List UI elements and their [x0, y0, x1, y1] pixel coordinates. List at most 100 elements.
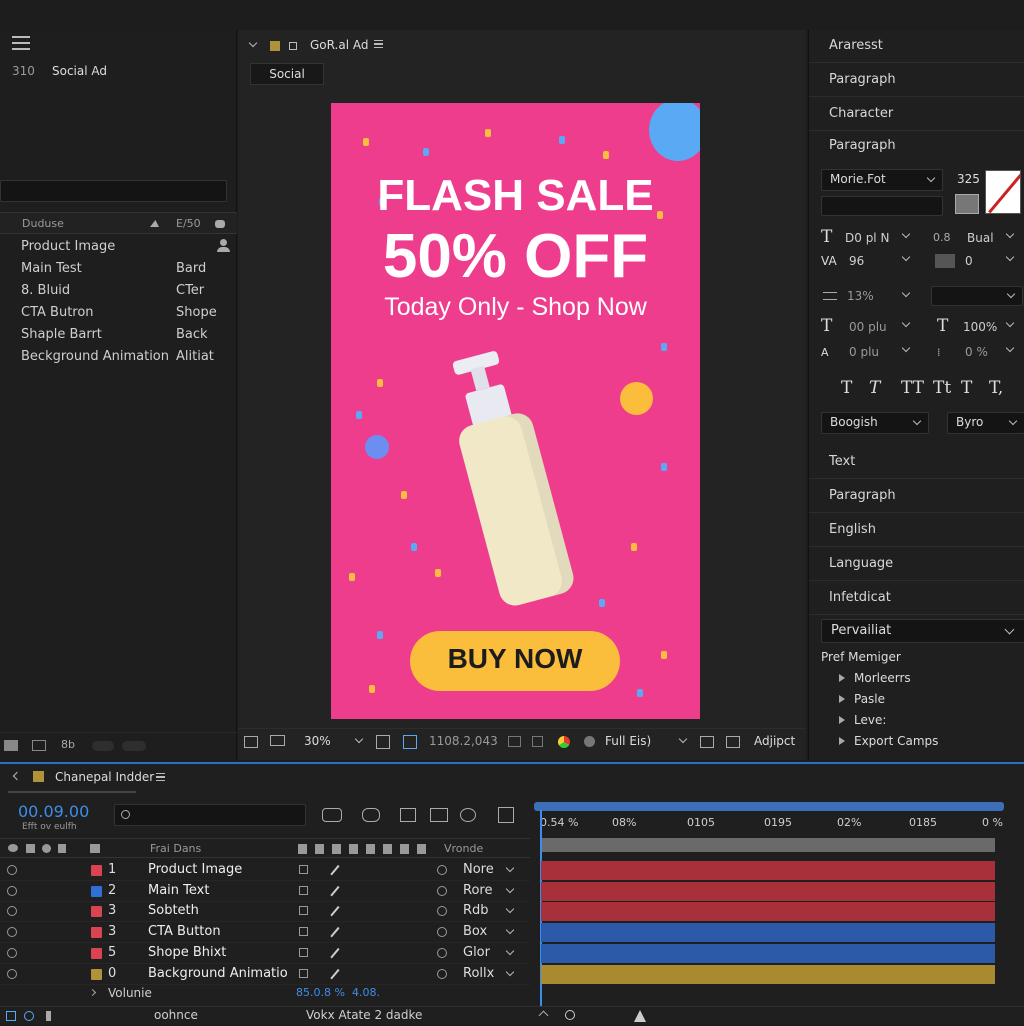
chevron-down-icon[interactable] [505, 884, 515, 893]
bpc-icon[interactable]: 8b [61, 738, 75, 751]
chevron-down-icon[interactable] [505, 967, 515, 976]
all-caps-icon[interactable]: TT [901, 378, 924, 398]
panel-menu-icon[interactable] [156, 773, 165, 781]
pen-icon[interactable] [330, 927, 340, 938]
small-caps-icon[interactable]: Tt [933, 378, 951, 398]
layer-label-swatch[interactable] [91, 885, 102, 897]
visibility-eye-icon[interactable] [7, 885, 17, 896]
time-ruler[interactable]: 0.54 % 08% 0105 0195 02% 0185 0 % [534, 802, 1004, 838]
font-family-select[interactable]: Morie.Fot [821, 169, 943, 191]
chevron-down-icon[interactable] [248, 38, 258, 48]
list-item[interactable]: 8. Bluid CTer [0, 280, 237, 302]
resolution-dropdown-icon[interactable] [678, 734, 688, 744]
layer-switch-icon[interactable] [299, 947, 308, 957]
visibility-eye-icon[interactable] [7, 927, 17, 938]
stroke-color-swatch[interactable] [955, 194, 979, 214]
chevron-down-icon[interactable] [1005, 252, 1015, 262]
monitor-icon[interactable] [270, 735, 285, 746]
timeline-comp-name[interactable]: Chanepal Indder [55, 770, 154, 784]
style-a-select[interactable]: Boogish [821, 412, 929, 434]
blend-mode-select[interactable]: Nore [463, 862, 494, 877]
current-timecode[interactable]: 00.09.00 [18, 802, 89, 821]
chevron-down-icon[interactable] [1005, 229, 1015, 239]
layer-duration-bar[interactable] [541, 923, 995, 943]
section-header[interactable]: Paragraph [809, 64, 1024, 97]
toggle-modes-icon[interactable] [24, 1011, 34, 1021]
tree-item[interactable]: Morleerrs [839, 671, 911, 685]
list-item[interactable]: Beckground Animation Alitiat [0, 346, 237, 368]
preset-select[interactable]: Pervailiat [821, 619, 1024, 643]
layer-search-input[interactable] [114, 804, 306, 826]
hamburger-icon[interactable] [12, 36, 30, 50]
layer-row[interactable]: 3 Sobteth Rdb [0, 901, 530, 923]
close-tab-icon[interactable] [12, 771, 22, 781]
list-item[interactable]: CTA Butron Shope [0, 302, 237, 324]
blend-mode-select[interactable]: Rdb [463, 903, 489, 918]
volume-value-2[interactable]: 4.08. [352, 986, 380, 999]
chevron-down-icon[interactable] [505, 946, 515, 956]
sort-icon[interactable] [150, 220, 159, 227]
zoom-value[interactable]: 30% [304, 734, 331, 748]
pen-icon[interactable] [330, 947, 340, 958]
layer-switch-icon[interactable] [299, 885, 308, 895]
work-area-bar[interactable] [534, 802, 1004, 811]
comp-flowchart-icon[interactable] [322, 808, 342, 822]
layer-switch-icon[interactable] [299, 927, 308, 937]
blend-mode-select[interactable]: Glor [463, 945, 490, 960]
tree-item[interactable]: Leve: [839, 713, 886, 727]
parent-pickwhip-icon[interactable] [437, 885, 447, 896]
fill-color-swatch[interactable] [985, 170, 1021, 214]
pen-icon[interactable] [330, 864, 340, 876]
parent-pickwhip-icon[interactable] [437, 927, 447, 938]
composition-icon[interactable] [32, 740, 46, 751]
settings-icon[interactable] [215, 220, 225, 228]
layer-label-swatch[interactable] [91, 865, 102, 876]
pen-icon[interactable] [330, 885, 340, 896]
layer-switch-icon[interactable] [299, 968, 308, 978]
layer-name[interactable]: Background Animatio [148, 966, 288, 981]
layer-row[interactable]: 2 Main Text Rore [0, 881, 530, 902]
folder-icon[interactable] [4, 740, 18, 751]
project-search-input[interactable] [0, 180, 227, 202]
frame-blend-icon[interactable] [430, 808, 448, 822]
col-type[interactable]: E/50 [176, 217, 201, 230]
layer-row[interactable]: 5 Shope Bhixt Glor [0, 943, 530, 964]
expand-arrow-icon[interactable] [88, 988, 97, 997]
tree-item[interactable]: Pasle [839, 692, 885, 706]
subscript-icon[interactable]: T, [989, 378, 1003, 398]
layer-switch-icon[interactable] [299, 865, 308, 874]
list-item[interactable]: Main Test Bard [0, 258, 237, 280]
tracking-value[interactable]: 96 [849, 254, 864, 268]
parent-pickwhip-icon[interactable] [437, 906, 447, 917]
layer-duration-bar[interactable] [541, 943, 995, 963]
comp-title[interactable]: GoR.al Ad [310, 38, 368, 52]
col-name[interactable]: Duduse [22, 217, 64, 230]
layer-duration-bar[interactable] [541, 861, 995, 880]
snapshot-icon[interactable] [508, 736, 521, 747]
section-header[interactable]: Text [809, 446, 1024, 479]
layer-name[interactable]: Shope Bhixt [148, 945, 226, 960]
parent-pickwhip-icon[interactable] [437, 968, 447, 979]
section-header[interactable]: Paragraph [809, 130, 1024, 163]
layer-switch-icon[interactable] [299, 906, 308, 916]
section-header[interactable]: Infetdicat [809, 582, 1024, 615]
layer-name[interactable]: Main Text [148, 883, 209, 898]
zoom-dropdown-icon[interactable] [354, 734, 364, 744]
layer-row[interactable]: 0 Background Animatio Rollx [0, 964, 530, 985]
faux-bold-icon[interactable]: T [841, 378, 852, 398]
visibility-eye-icon[interactable] [7, 865, 17, 875]
color-channel-icon[interactable] [558, 736, 570, 748]
parent-pickwhip-icon[interactable] [437, 865, 447, 875]
layer-name[interactable]: Product Image [148, 862, 242, 877]
blend-mode-select[interactable]: Box [463, 924, 487, 939]
motion-blur-icon[interactable] [460, 808, 476, 822]
draft-3d-icon[interactable] [362, 808, 380, 822]
ad-canvas[interactable]: FLASH SALE 50% OFF Today Only - Shop Now… [331, 103, 700, 719]
grid-icon[interactable] [376, 735, 390, 749]
chevron-down-icon[interactable] [901, 288, 911, 298]
section-header[interactable]: Paragraph [809, 480, 1024, 513]
show-snapshot-icon[interactable] [532, 736, 543, 747]
visibility-eye-icon[interactable] [7, 906, 17, 917]
region-icon[interactable] [700, 736, 714, 748]
tree-item[interactable]: Export Camps [839, 734, 938, 748]
